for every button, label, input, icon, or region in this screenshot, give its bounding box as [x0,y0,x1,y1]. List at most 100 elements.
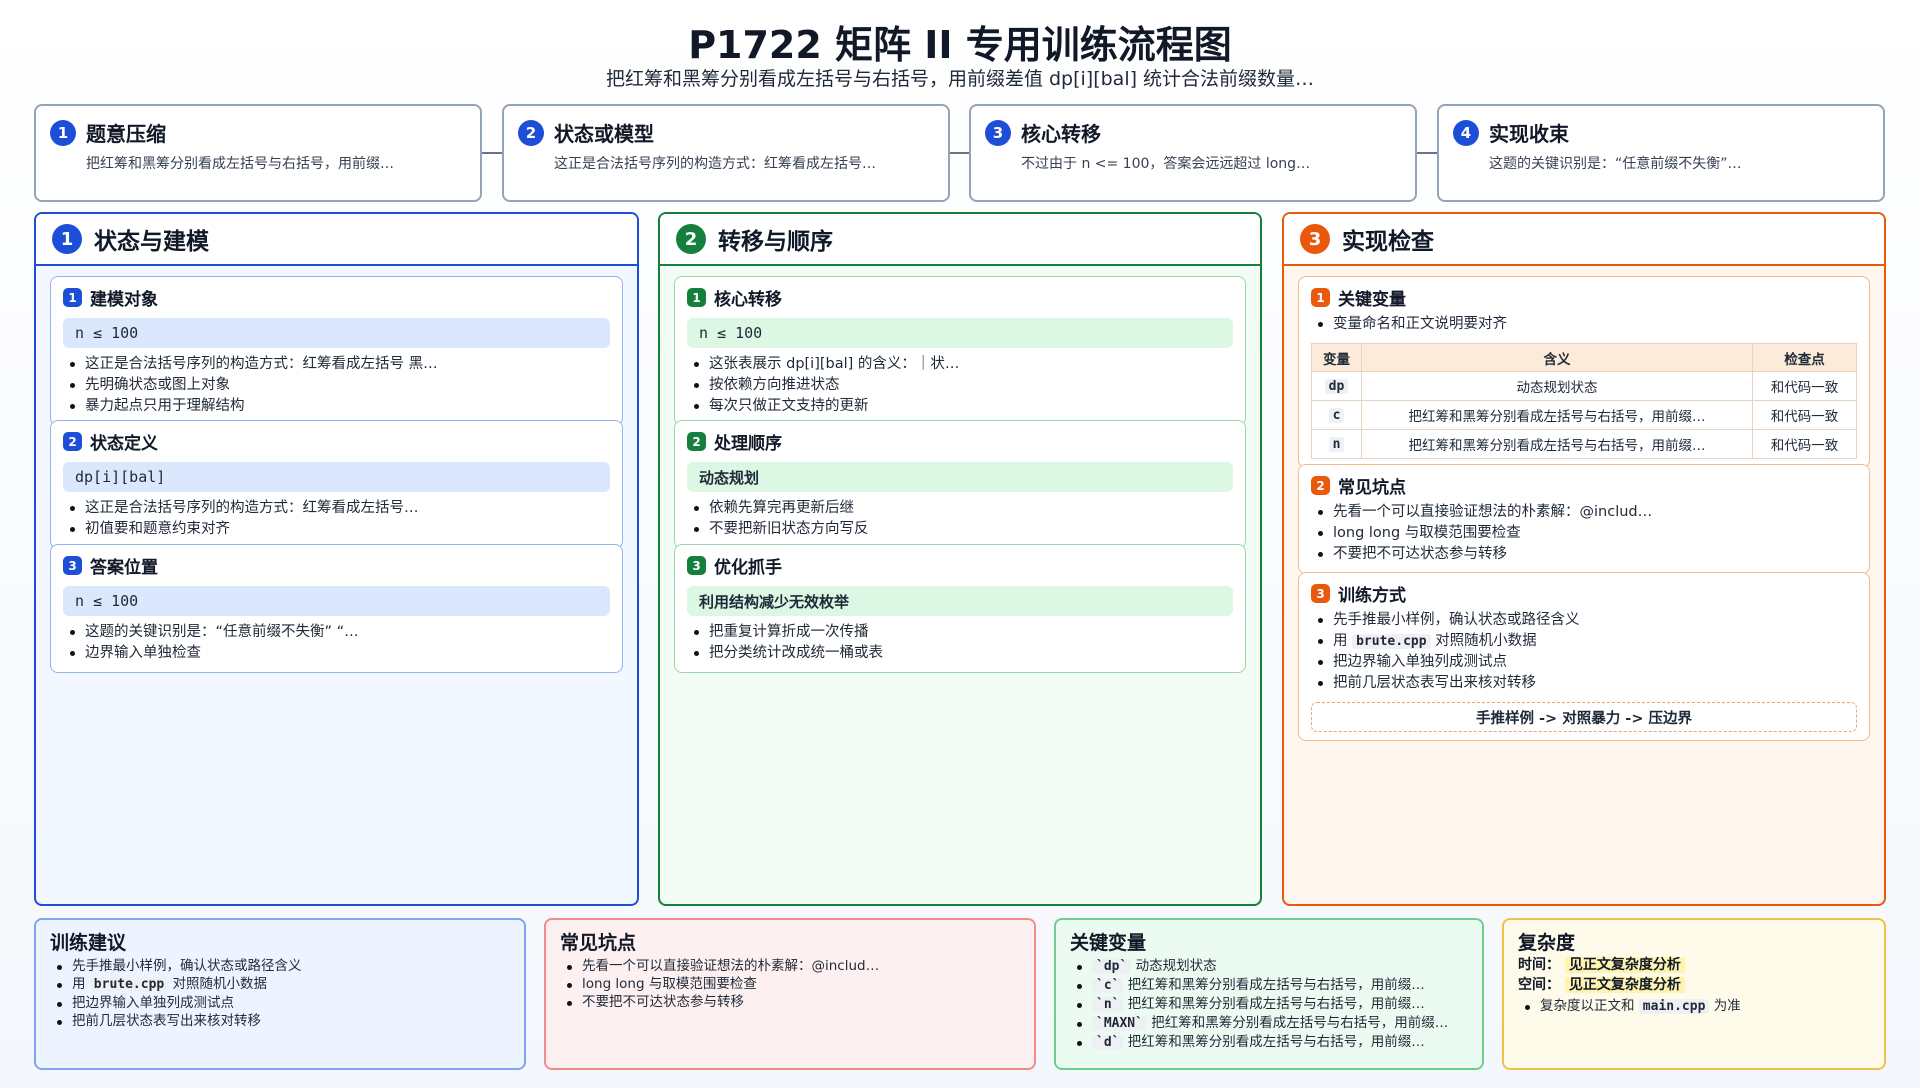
card-title: 状态定义 [90,434,158,454]
table-row: dp 动态规划状态 和代码一致 [1311,371,1857,401]
inline-code: brute.cpp [1352,634,1431,649]
text-fragment: 把红筹和黑筹分别看成左括号与右括号，用前缀… [1127,996,1425,1012]
code-snippet: n ≤ 100 [63,318,610,348]
page-subtitle: 把红筹和黑筹分别看成左括号与右括号，用前缀差值 dp[i][bal] 统计合法前… [605,68,1315,90]
value: 见正文复杂度分析 [1564,977,1685,993]
card-number-badge: 1 [687,288,706,307]
text-fragment: 动态规划状态 [1135,958,1217,974]
column-header: 3 实现检查 [1284,214,1884,266]
list-item: 复杂度以正文和 main.cpp 为准 [1518,997,1870,1016]
list-item: 这张表展示 dp[i][bal] 的含义：｜状… [687,354,1233,375]
inline-code: `c` [1092,978,1124,993]
card-state-definition: 2 状态定义 dp[i][bal] 这正是合法括号序列的构造方式：红筹看成左括号…… [50,420,623,549]
card-number-badge: 1 [1311,288,1330,307]
step-number-badge: 3 [985,119,1011,146]
text-fragment: 对照随机小数据 [1435,633,1537,649]
card-optimization: 3 优化抓手 利用结构减少无效枚举 把重复计算折成一次传播 把分类统计改成统一桶或… [674,544,1246,673]
table-cell: 把红筹和黑筹分别看成左括号与右括号，用前缀… [1361,429,1753,459]
variable-code: dp [1324,379,1349,394]
list-item: long long 与取模范围要检查 [560,975,1020,993]
list-item: 每次只做正文支持的更新 [687,396,1233,417]
list-item: 先看一个可以直接验证想法的朴素解：@includ… [1311,502,1857,523]
space-complexity: 空间： 见正文复杂度分析 [1518,975,1870,995]
column-number-badge: 2 [676,224,706,254]
card-title: 答案位置 [90,558,158,578]
list-item: 不要把新旧状态方向写反 [687,519,1233,540]
card-number-badge: 2 [1311,476,1330,495]
list-item: `n` 把红筹和黑筹分别看成左括号与右括号，用前缀… [1070,995,1468,1014]
step-number-badge: 1 [50,119,76,146]
code-snippet: n ≤ 100 [687,318,1233,348]
text-fragment: 对照随机小数据 [172,976,268,992]
list-item: 把重复计算折成一次传播 [687,622,1233,643]
column-title: 实现检查 [1342,229,1434,255]
card-title: 关键变量 [1338,290,1406,310]
list-item: 把边界输入单独列成测试点 [50,994,510,1012]
list-item: 按依赖方向推进状态 [687,375,1233,396]
highlight-label: 动态规划 [687,462,1233,492]
card-title: 训练方式 [1338,586,1406,606]
card-number-badge: 2 [687,432,706,451]
step-desc: 把红筹和黑筹分别看成左括号与右括号，用前缀… [86,156,394,172]
step-1: 1 题意压缩 把红筹和黑筹分别看成左括号与右括号，用前缀… [34,104,482,202]
table-row: c 把红筹和黑筹分别看成左括号与右括号，用前缀… 和代码一致 [1311,400,1857,430]
card-training-method: 3 训练方式 先手推最小样例，确认状态或路径含义 用 brute.cpp 对照随机… [1298,572,1870,741]
box-title: 关键变量 [1070,932,1147,954]
text-fragment: 用 [72,976,86,992]
step-desc: 这题的关键识别是：“任意前缀不失衡”… [1489,156,1742,172]
step-row: 1 题意压缩 把红筹和黑筹分别看成左括号与右括号，用前缀… 2 状态或模型 这正是合… [34,104,1886,202]
list-item: 这题的关键识别是：“任意前缀不失衡” “… [63,622,610,643]
step-title: 核心转移 [1021,122,1101,146]
inline-code: `dp` [1092,959,1132,974]
step-number-badge: 2 [518,119,544,146]
column-title: 状态与建模 [94,229,209,255]
list-item: 这正是合法括号序列的构造方式：红筹看成左括号 黑… [63,354,610,375]
list-item: 先明确状态或图上对象 [63,375,610,396]
column-transition-order: 2 转移与顺序 1 核心转移 n ≤ 100 这张表展示 dp[i][bal] 的… [658,212,1262,906]
variable-code: c [1328,408,1345,423]
column-number-badge: 3 [1300,224,1330,254]
inline-code: `d` [1092,1035,1124,1050]
label: 时间： [1518,957,1560,973]
list-item: 先看一个可以直接验证想法的朴素解：@includ… [560,957,1020,975]
bottom-pitfalls: 常见坑点 先看一个可以直接验证想法的朴素解：@includ… long long… [544,918,1036,1070]
table-cell: 把红筹和黑筹分别看成左括号与右括号，用前缀… [1361,400,1753,430]
column-title: 转移与顺序 [718,229,833,255]
step-desc: 不过由于 n <= 100，答案会远远超过 long… [1021,156,1311,172]
table-cell: 和代码一致 [1752,400,1857,430]
step-number-badge: 4 [1453,119,1479,146]
step-desc: 这正是合法括号序列的构造方式：红筹看成左括号… [554,156,876,172]
highlight-label: 利用结构减少无效枚举 [687,586,1233,616]
text-fragment: 复杂度以正文和 [1540,998,1635,1014]
list-item: 用 brute.cpp 对照随机小数据 [1311,631,1857,652]
list-item: 把前几层状态表写出来核对转移 [50,1012,510,1030]
column-state-modeling: 1 状态与建模 1 建模对象 n ≤ 100 这正是合法括号序列的构造方式：红筹看… [34,212,639,906]
box-title: 训练建议 [50,932,127,954]
card-answer-position: 3 答案位置 n ≤ 100 这题的关键识别是：“任意前缀不失衡” “… 边界输入… [50,544,623,673]
card-common-pitfalls: 2 常见坑点 先看一个可以直接验证想法的朴素解：@includ… long lon… [1298,464,1870,574]
list-item: `MAXN` 把红筹和黑筹分别看成左括号与右括号，用前缀… [1070,1014,1468,1033]
table-cell: 动态规划状态 [1361,371,1753,401]
table-header: 含义 [1361,343,1753,372]
list-item: 暴力起点只用于理解结构 [63,396,610,417]
step-title: 实现收束 [1489,122,1569,146]
card-number-badge: 3 [63,556,82,575]
table-cell: 和代码一致 [1752,371,1857,401]
step-title: 状态或模型 [554,122,654,146]
list-item: 这正是合法括号序列的构造方式：红筹看成左括号… [63,498,610,519]
list-item: 初值要和题意约束对齐 [63,519,610,540]
step-3: 3 核心转移 不过由于 n <= 100，答案会远远超过 long… [969,104,1417,202]
list-item: 依赖先算完再更新后继 [687,498,1233,519]
text-fragment: 把红筹和黑筹分别看成左括号与右括号，用前缀… [1127,977,1425,993]
inline-code: `MAXN` [1092,1016,1147,1031]
card-core-transition: 1 核心转移 n ≤ 100 这张表展示 dp[i][bal] 的含义：｜状… 按… [674,276,1246,426]
card-number-badge: 3 [687,556,706,575]
list-item: 边界输入单独检查 [63,643,610,664]
card-number-badge: 3 [1311,584,1330,603]
list-item: `c` 把红筹和黑筹分别看成左括号与右括号，用前缀… [1070,976,1468,995]
flow-summary: 手推样例 -> 对照暴力 -> 压边界 [1311,702,1857,732]
card-processing-order: 2 处理顺序 动态规划 依赖先算完再更新后继 不要把新旧状态方向写反 [674,420,1246,549]
card-title: 核心转移 [714,290,782,310]
card-title: 建模对象 [90,290,158,310]
list-item: `d` 把红筹和黑筹分别看成左括号与右括号，用前缀… [1070,1033,1468,1052]
